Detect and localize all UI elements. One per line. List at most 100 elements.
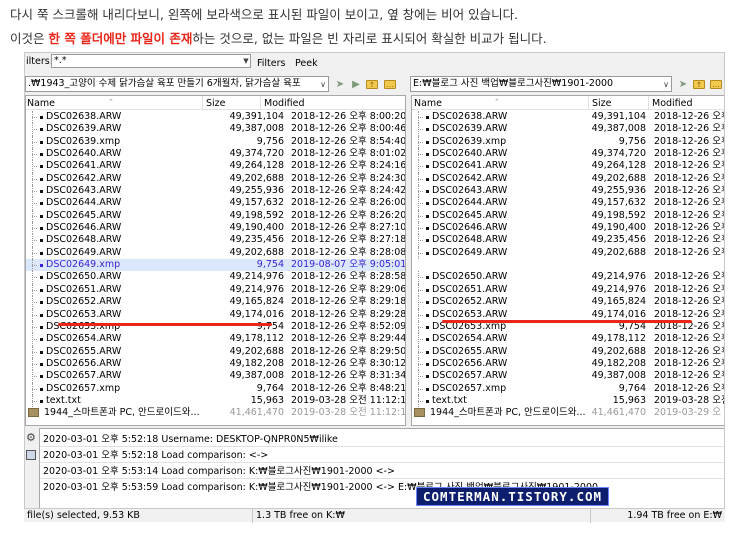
filter-dropdown-icon[interactable]: ▼ — [242, 55, 250, 67]
tree-line — [412, 185, 423, 198]
file-size: 49,374,720 — [229, 148, 284, 160]
file-row[interactable]: DSC02650.ARW 49,214,976 2018-12-26 오후 — [412, 271, 724, 285]
file-bullet-icon — [40, 301, 43, 305]
right-refresh-arrow-icon[interactable]: ➤ — [676, 77, 690, 91]
file-row[interactable]: DSC02639.xmp 9,756 2018-12-26 오후 — [412, 135, 724, 149]
save-icon[interactable] — [26, 450, 36, 460]
file-row[interactable]: DSC02640.ARW 49,374,720 2018-12-26 오후 — [412, 148, 724, 161]
file-modified: 2018-12-26 오후 8:00:46 — [291, 123, 406, 135]
file-row[interactable]: DSC02638.ARW 49,391,104 2018-12-26 오후 — [412, 111, 724, 124]
file-row[interactable]: DSC02639.ARW 49,387,008 2018-12-26 오후 — [412, 123, 724, 137]
file-row[interactable]: DSC02648.ARW 49,235,456 2018-12-26 오후 8:27… — [26, 234, 405, 248]
tree-line — [412, 308, 423, 322]
file-row[interactable]: DSC02641.ARW 49,264,128 2018-12-26 오후 — [412, 160, 724, 174]
file-size: 49,165,824 — [229, 296, 284, 308]
left-col-modified[interactable]: Modified — [264, 98, 305, 109]
tree-line — [412, 172, 423, 186]
left-folder-up-icon[interactable]: ↑ — [365, 77, 379, 91]
right-folder-up-icon[interactable]: ↑ — [692, 77, 706, 91]
left-refresh-arrow-icon[interactable]: ➤ — [333, 77, 347, 91]
right-browse-folder-icon[interactable]: … — [709, 77, 723, 91]
right-col-name[interactable]: Name — [414, 98, 442, 109]
file-size: 49,255,936 — [229, 185, 284, 197]
tree-line — [412, 135, 423, 149]
file-size: 49,198,592 — [591, 209, 646, 221]
left-path-dropdown-icon[interactable]: ∨ — [320, 78, 326, 91]
peek-button[interactable]: Peek — [295, 58, 318, 69]
file-modified: 2019-08-07 오후 9:05:01 — [291, 259, 406, 271]
file-row[interactable]: DSC02642.ARW 49,202,688 2018-12-26 오후 — [412, 172, 724, 186]
right-file-pane[interactable]: Name ⌃ Size Modified DSC02638.ARW 49,391,… — [411, 95, 725, 426]
file-row[interactable]: DSC02643.ARW 49,255,936 2018-12-26 오후 8:24… — [26, 185, 405, 198]
file-row[interactable]: DSC02653.ARW 49,174,016 2018-12-26 오후 — [412, 308, 724, 322]
file-row[interactable]: DSC02651.ARW 49,214,976 2018-12-26 오후 — [412, 283, 724, 297]
file-row[interactable]: DSC02651.ARW 49,214,976 2018-12-26 오후 8:29… — [26, 283, 405, 297]
left-col-name[interactable]: Name — [27, 98, 55, 109]
file-name: DSC02638.ARW — [432, 111, 508, 122]
file-row[interactable]: DSC02650.ARW 49,214,976 2018-12-26 오후 8:28… — [26, 271, 405, 285]
file-size: 49,182,208 — [591, 357, 646, 369]
left-file-pane[interactable]: Name ⌃ Size Modified DSC02638.ARW 49,391,… — [25, 95, 406, 426]
file-row[interactable]: DSC02646.ARW 49,190,400 2018-12-26 오후 8:27… — [26, 222, 405, 235]
left-path-text: .₩1943_고양이 수제 닭가슴살 육포 만들기 6개월차, 닭가슴살 육포 — [28, 78, 301, 89]
file-row[interactable]: DSC02657.xmp 9,764 2018-12-26 오후 8:48:21 — [26, 382, 405, 396]
file-row[interactable]: DSC02638.ARW 49,391,104 2018-12-26 오후 8:00… — [26, 111, 405, 124]
left-col-size[interactable]: Size — [206, 98, 226, 109]
filter-input[interactable]: *.* — [51, 54, 251, 68]
filter-label: ilters: — [26, 56, 53, 67]
file-row[interactable]: DSC02642.ARW 49,202,688 2018-12-26 오후 8:24… — [26, 172, 405, 186]
file-row[interactable]: DSC02652.ARW 49,165,824 2018-12-26 오후 — [412, 296, 724, 309]
file-name: DSC02652.ARW — [432, 296, 508, 308]
file-row[interactable]: DSC02644.ARW 49,157,632 2018-12-26 오후 — [412, 197, 724, 211]
file-row[interactable]: DSC02649.xmp 9,754 2019-08-07 오후 9:05:01 — [26, 259, 406, 272]
file-row[interactable]: DSC02656.ARW 49,182,208 2018-12-26 오후 — [412, 357, 724, 371]
tree-line — [412, 333, 423, 346]
tree-line — [26, 357, 37, 371]
file-size: 9,754 — [256, 259, 284, 271]
file-row[interactable]: DSC02653.ARW 49,174,016 2018-12-26 오후 8:29… — [26, 308, 405, 322]
file-row[interactable]: DSC02655.ARW 49,202,688 2018-12-26 오후 — [412, 345, 724, 359]
left-forward-icon[interactable]: ▶ — [349, 77, 363, 91]
file-size: 49,202,688 — [591, 345, 646, 357]
file-row[interactable]: DSC02657.xmp 9,764 2018-12-26 오후 — [412, 382, 724, 396]
right-path-dropdown-icon[interactable]: ∨ — [663, 78, 669, 91]
file-row[interactable]: DSC02641.ARW 49,264,128 2018-12-26 오후 8:24… — [26, 160, 405, 174]
file-row[interactable]: DSC02645.ARW 49,198,592 2018-12-26 오후 8:26… — [26, 209, 405, 223]
file-row[interactable]: DSC02652.ARW 49,165,824 2018-12-26 오후 8:29… — [26, 296, 405, 309]
folder-size: 41,461,470 — [591, 407, 646, 419]
right-path-input[interactable]: E:₩블로그 사진 백업₩블로그사진₩1901-2000 ∨ — [410, 76, 672, 92]
status-left-free: 1.3 TB free on K:₩ — [252, 509, 412, 523]
file-row[interactable]: DSC02649.ARW 49,202,688 2018-12-26 오후 — [412, 246, 724, 260]
filters-button[interactable]: Filters — [257, 58, 285, 69]
file-row[interactable]: DSC02649.ARW 49,202,688 2018-12-26 오후 8:28… — [26, 246, 405, 260]
file-row[interactable]: DSC02657.ARW 49,387,008 2018-12-26 오후 8:31… — [26, 370, 405, 383]
file-bullet-icon — [426, 375, 429, 379]
file-row[interactable]: DSC02654.ARW 49,178,112 2018-12-26 오후 — [412, 333, 724, 346]
file-row[interactable]: text.txt 15,963 2019-03-28 오전 — [412, 394, 725, 408]
left-path-input[interactable]: .₩1943_고양이 수제 닭가슴살 육포 만들기 6개월차, 닭가슴살 육포 … — [25, 76, 329, 92]
file-row[interactable]: DSC02643.ARW 49,255,936 2018-12-26 오후 — [412, 185, 724, 198]
file-row[interactable]: DSC02639.ARW 49,387,008 2018-12-26 오후 8:00… — [26, 123, 406, 137]
folder-row[interactable]: 1944_스마트폰과 PC, 안드로이드와... 41,461,470 2019-0… — [412, 407, 724, 419]
folder-row[interactable]: 1944_스마트폰과 PC, 안드로이드와... 41,461,470 2019-0… — [26, 407, 405, 419]
file-row[interactable]: DSC02644.ARW 49,157,632 2018-12-26 오후 8:26… — [26, 197, 405, 211]
file-row[interactable]: DSC02640.ARW 49,374,720 2018-12-26 오후 8:01… — [26, 148, 405, 161]
file-row[interactable]: DSC02654.ARW 49,178,112 2018-12-26 오후 8:29… — [26, 333, 405, 346]
file-row[interactable]: DSC02657.ARW 49,387,008 2018-12-26 오후 — [412, 370, 724, 383]
file-row[interactable]: DSC02639.xmp 9,756 2018-12-26 오후 8:54:40 — [26, 135, 405, 149]
right-col-modified[interactable]: Modified — [652, 98, 693, 109]
file-row[interactable]: DSC02648.ARW 49,235,456 2018-12-26 오후 — [412, 234, 724, 248]
gear-icon[interactable]: ⚙ — [26, 432, 36, 443]
tree-line — [412, 160, 423, 174]
file-row[interactable]: DSC02656.ARW 49,182,208 2018-12-26 오후 8:30… — [26, 357, 405, 371]
right-col-size[interactable]: Size — [592, 98, 612, 109]
file-name: DSC02657.ARW — [432, 370, 508, 382]
file-bullet-icon — [426, 325, 429, 329]
file-modified: 2019-03-28 오전 — [654, 394, 725, 406]
file-row[interactable]: DSC02645.ARW 49,198,592 2018-12-26 오후 — [412, 209, 724, 223]
file-row[interactable]: text.txt 15,963 2019-03-28 오전 11:12:16 — [26, 394, 405, 408]
tree-line — [412, 382, 423, 396]
file-row[interactable]: DSC02646.ARW 49,190,400 2018-12-26 오후 — [412, 222, 724, 235]
file-row[interactable]: DSC02655.ARW 49,202,688 2018-12-26 오후 8:29… — [26, 345, 405, 359]
left-browse-folder-icon[interactable]: … — [383, 77, 397, 91]
